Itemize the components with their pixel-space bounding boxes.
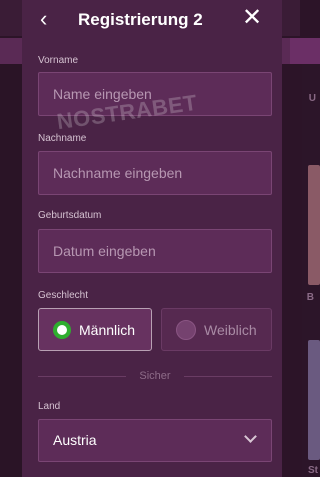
last-name-label: Nachname [38, 133, 87, 144]
divider-line-right [184, 376, 272, 377]
divider-line-left [38, 376, 126, 377]
gender-option-male[interactable]: Männlich [38, 308, 152, 351]
gender-option-female[interactable]: Weiblich [161, 308, 272, 351]
page-left-strip [0, 64, 22, 477]
page-banner-right [290, 38, 320, 64]
birth-date-input[interactable] [38, 229, 272, 273]
page-title: Registrierung 2 [78, 10, 203, 29]
gender-option-label: Männlich [79, 321, 136, 338]
first-name-label: Vorname [38, 55, 79, 66]
country-label: Land [38, 401, 61, 412]
country-select[interactable]: Austria [38, 419, 272, 462]
chevron-down-icon [244, 430, 257, 443]
registration-modal: ‹ Registrierung 2 ✕ Vorname NOSTRABET Na… [22, 0, 282, 477]
radio-unselected-icon[interactable] [176, 319, 196, 340]
background-letter: B [306, 292, 314, 303]
close-icon[interactable]: ✕ [242, 5, 262, 31]
divider-label: Sicher [139, 370, 171, 382]
gender-option-label: Weiblich [204, 321, 257, 338]
background-letter: St [308, 465, 318, 476]
gender-label: Geschlecht [38, 290, 89, 301]
game-thumbnail[interactable] [308, 165, 320, 285]
game-thumbnail[interactable] [308, 340, 320, 460]
chevron-left-icon[interactable]: ‹ [40, 6, 47, 32]
radio-selected-icon[interactable] [53, 320, 71, 339]
birth-date-label: Geburtsdatum [38, 210, 102, 221]
country-value: Austria [53, 432, 97, 448]
background-letter: U [308, 93, 316, 104]
modal-header: ‹ Registrierung 2 ✕ [22, 0, 282, 40]
first-name-input[interactable] [38, 72, 272, 116]
last-name-input[interactable] [38, 151, 272, 195]
